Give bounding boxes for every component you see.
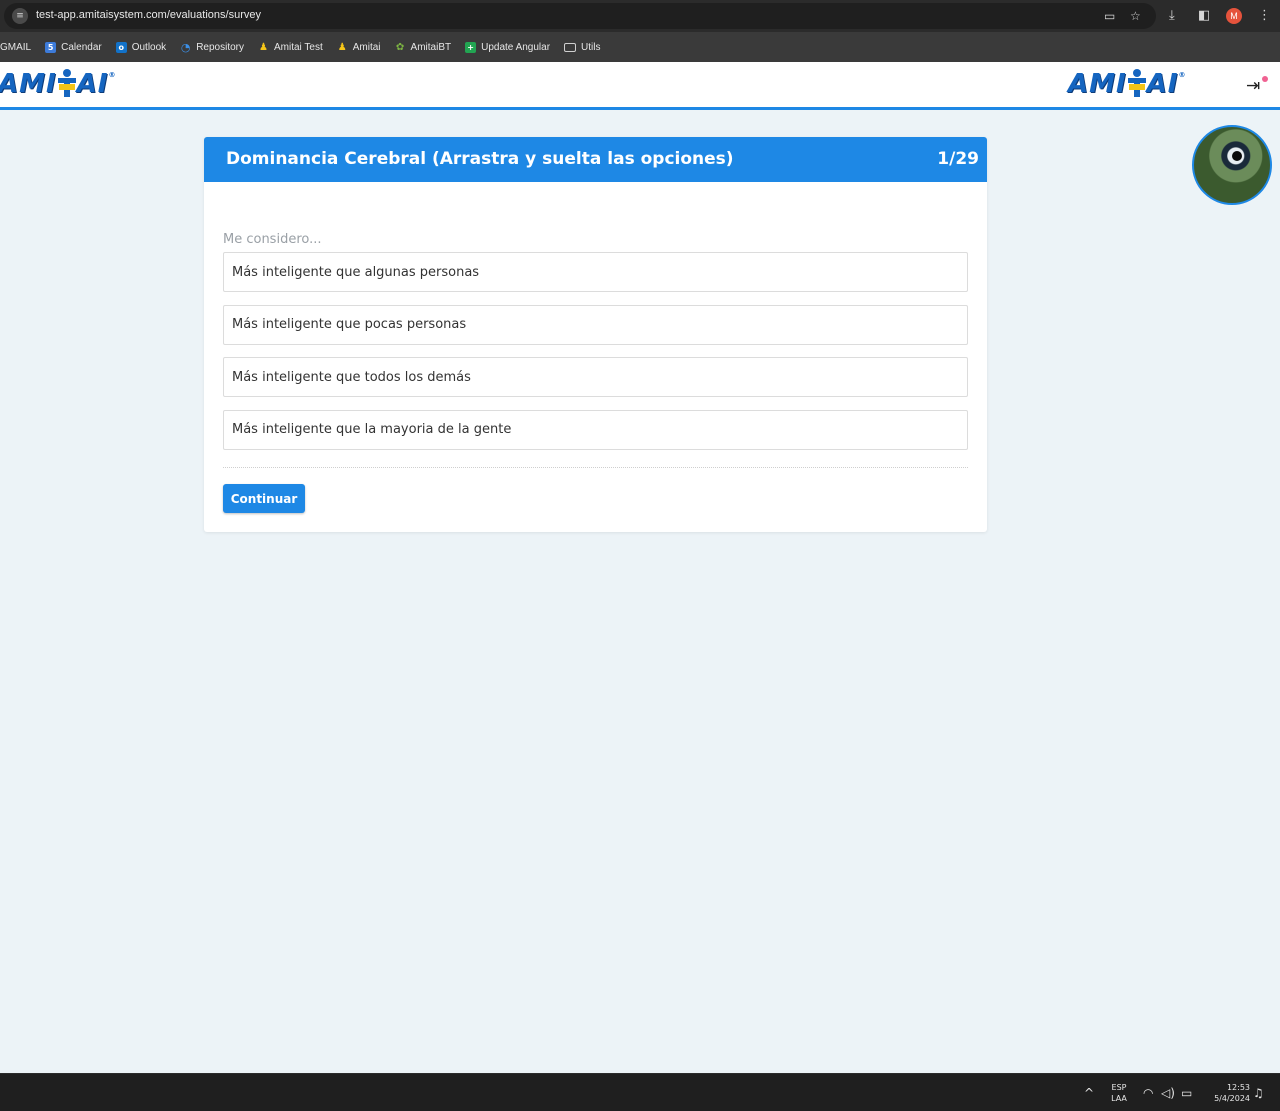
bookmark-calendar[interactable]: 5 Calendar xyxy=(45,41,102,53)
show-hidden-icons-icon[interactable]: ^ xyxy=(1084,1086,1094,1100)
bookmark-repository[interactable]: ◔ Repository xyxy=(180,42,244,53)
folder-icon xyxy=(564,42,577,52)
site-settings-icon[interactable]: ≡ xyxy=(12,8,28,24)
bookmark-gmail[interactable]: GMAIL xyxy=(0,42,31,53)
user-avatar[interactable] xyxy=(1192,125,1272,205)
bookmark-label: Amitai xyxy=(352,41,381,53)
continue-button[interactable]: Continuar xyxy=(223,484,305,513)
browser-menu-icon[interactable]: ⋮ xyxy=(1258,8,1271,24)
download-icon[interactable]: ⤓ xyxy=(1169,8,1175,24)
dotted-divider xyxy=(223,467,968,468)
clock-date: 5/4/2024 xyxy=(1214,1094,1250,1103)
url-text[interactable]: test-app.amitaisystem.com/evaluations/su… xyxy=(36,9,261,21)
language-indicator[interactable]: ESP LAA xyxy=(1108,1082,1130,1104)
logout-icon[interactable]: ⇥ xyxy=(1246,77,1260,95)
logo-registered: ® xyxy=(1178,71,1187,79)
bookmark-label: Repository xyxy=(196,41,244,53)
profile-avatar[interactable]: M xyxy=(1226,8,1242,24)
survey-progress: 1/29 xyxy=(937,149,979,169)
repository-icon: ◔ xyxy=(180,40,191,54)
bookmark-label: GMAIL xyxy=(0,41,32,53)
question-text: Me considero... xyxy=(223,232,322,247)
bookmark-label: Update Angular xyxy=(481,41,551,53)
survey-card-header: Dominancia Cerebral (Arrastra y suelta l… xyxy=(204,137,987,182)
amitai-bt-icon: ✿ xyxy=(395,41,405,53)
bookmark-label: AmitaiBT xyxy=(410,41,452,53)
omnibox[interactable]: ≡ test-app.amitaisystem.com/evaluations/… xyxy=(4,3,1156,29)
logo-word-right: AI xyxy=(1146,69,1179,99)
amitai-icon: ♟ xyxy=(259,41,268,53)
bookmark-label: Outlook xyxy=(131,41,167,53)
draggable-options-list: Más inteligente que algunas personas Más… xyxy=(223,252,968,462)
survey-card: Dominancia Cerebral (Arrastra y suelta l… xyxy=(204,137,987,532)
avatar-eye xyxy=(1232,151,1242,161)
calendar-icon: 5 xyxy=(45,41,57,53)
app-header: AMI AI ® AMI AI ® ⇥ xyxy=(0,62,1280,110)
language-code: ESP xyxy=(1111,1083,1127,1092)
outlook-icon: o xyxy=(115,41,127,53)
draggable-option[interactable]: Más inteligente que algunas personas xyxy=(223,252,968,292)
logo-figure xyxy=(1127,69,1146,97)
bookmark-amitai-test[interactable]: ♟ Amitai Test xyxy=(258,42,323,53)
logo-left[interactable]: AMI AI ® xyxy=(0,69,116,97)
bookmarks-bar: GMAIL 5 Calendar o Outlook ◔ Repository … xyxy=(0,32,1280,62)
amitai-icon: ♟ xyxy=(337,41,347,53)
notifications-bell-icon[interactable]: ♫ xyxy=(1253,1086,1264,1100)
battery-icon[interactable]: ▭ xyxy=(1181,1086,1192,1100)
logo-word-left: AMI xyxy=(0,69,57,99)
bookmark-star-icon[interactable]: ☆ xyxy=(1130,9,1141,23)
logo-word-left: AMI xyxy=(1068,69,1127,99)
draggable-option[interactable]: Más inteligente que pocas personas xyxy=(223,304,968,345)
logo-right[interactable]: AMI AI ® xyxy=(1068,69,1186,97)
side-panel-icon[interactable]: ◧ xyxy=(1198,8,1210,24)
bookmark-label: Calendar xyxy=(61,41,102,53)
bookmark-outlook[interactable]: o Outlook xyxy=(115,41,167,53)
os-taskbar: ^ ESP LAA ◠ ◁) ▭ 12:53 5/4/2024 ♫ xyxy=(0,1073,1280,1111)
keyboard-layout: LAA xyxy=(1111,1094,1127,1103)
draggable-option[interactable]: Más inteligente que la mayoria de la gen… xyxy=(223,409,968,450)
wifi-icon[interactable]: ◠ xyxy=(1143,1086,1153,1100)
logo-figure xyxy=(57,69,76,97)
address-bar-row: ≡ test-app.amitaisystem.com/evaluations/… xyxy=(0,0,1280,32)
logo-registered: ® xyxy=(108,71,117,79)
clock[interactable]: 12:53 5/4/2024 xyxy=(1204,1082,1250,1104)
cast-icon[interactable]: ▭ xyxy=(1104,9,1115,23)
plus-sheet-icon: + xyxy=(465,41,477,53)
bookmark-utils[interactable]: Utils xyxy=(564,41,601,53)
bookmark-amitai[interactable]: ♟ Amitai xyxy=(337,42,381,53)
bookmark-update-angular[interactable]: + Update Angular xyxy=(465,41,551,53)
volume-icon[interactable]: ◁) xyxy=(1161,1086,1175,1100)
notification-dot xyxy=(1262,76,1268,82)
bookmark-amitaibt[interactable]: ✿ AmitaiBT xyxy=(395,41,452,53)
draggable-option[interactable]: Más inteligente que todos los demás xyxy=(223,357,968,397)
bookmark-label: Amitai Test xyxy=(274,41,323,53)
clock-time: 12:53 xyxy=(1226,1083,1250,1092)
browser-chrome: ≡ test-app.amitaisystem.com/evaluations/… xyxy=(0,0,1280,62)
logo-word-right: AI xyxy=(76,69,109,99)
bookmark-label: Utils xyxy=(581,41,601,53)
survey-title: Dominancia Cerebral (Arrastra y suelta l… xyxy=(226,149,734,169)
